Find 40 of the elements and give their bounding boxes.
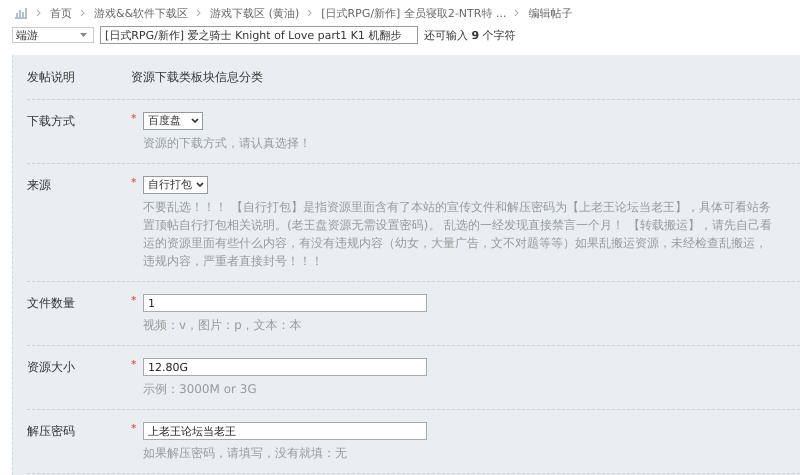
dropdown-select[interactable]: 自行打包: [143, 176, 208, 194]
field-value: 资源下载类板块信息分类: [131, 69, 263, 86]
chevron-right-icon: [307, 9, 314, 17]
field-label: 下载方式: [27, 113, 76, 130]
breadcrumb-link[interactable]: 首页: [50, 6, 72, 20]
breadcrumb-link[interactable]: 游戏&&软件下载区: [94, 6, 188, 20]
field-label: 发帖说明: [27, 69, 76, 86]
breadcrumb-link[interactable]: [日式RPG/新作] 全员寝取2-NTR特 ...: [321, 6, 506, 20]
field-label: 资源大小: [27, 359, 76, 376]
chevron-right-icon: [36, 9, 42, 17]
hint-text: 运的资源里面有些什么内容，有没有违规内容（幼女，大量广告，文不对题等等）如果乱搬运资源，未经检查乱搬运，: [143, 235, 768, 252]
field-label: 来源: [27, 177, 52, 194]
required-mark: *: [131, 358, 136, 371]
input-field[interactable]: 1: [143, 294, 427, 312]
breadcrumb-link[interactable]: 游戏下载区 (黄油): [210, 6, 300, 20]
dropdown-arrow-icon: [80, 33, 87, 37]
field-label: 文件数量: [27, 295, 76, 312]
input-field[interactable]: 12.80G: [143, 358, 427, 376]
hint-text: 示例：3000M or 3G: [143, 381, 258, 398]
required-mark: *: [131, 422, 136, 435]
hint-text: 视频：v，图片：p，文本：本: [143, 317, 303, 334]
chevron-right-icon: [196, 9, 202, 17]
field-label: 解压密码: [27, 423, 76, 440]
hint-text: 置顶帖自行打包相关说明。(老王盘资源无需设置密码)。 乱选的一经发现直接禁言一个月！ 【转载搬运】，请先自己看: [143, 217, 772, 234]
input-field[interactable]: 上老王论坛当老王: [143, 422, 427, 440]
required-mark: *: [131, 294, 136, 307]
required-mark: *: [131, 176, 136, 189]
hint-text: 不要乱选！！！ 【自行打包】是指资源里面含有了本站的宣传文件和解压密码为【上老王论坛当老王】，具体可看站务: [143, 199, 772, 216]
remaining-count-text: 还可输入 9 个字符: [424, 28, 516, 42]
required-mark: *: [131, 112, 136, 125]
hint-text: 违规内容，严重者直接封号！！！: [143, 253, 324, 270]
hint-text: 资源的下载方式，请认真选择！: [143, 135, 311, 152]
title-input[interactable]: [日式RPG/新作] 爱之骑士 Knight of Love part1 K1 机翻步: [100, 26, 418, 44]
hint-text: 如果解压密码，请填写，没有就填：无: [143, 445, 348, 462]
type-select[interactable]: 端游: [12, 27, 94, 43]
dropdown-select[interactable]: 百度盘: [143, 112, 203, 130]
breadcrumb-link[interactable]: 编辑帖子: [528, 6, 572, 20]
chevron-right-icon: [80, 9, 86, 17]
bar-chart-icon[interactable]: [14, 7, 28, 19]
chevron-right-icon: [514, 9, 520, 17]
